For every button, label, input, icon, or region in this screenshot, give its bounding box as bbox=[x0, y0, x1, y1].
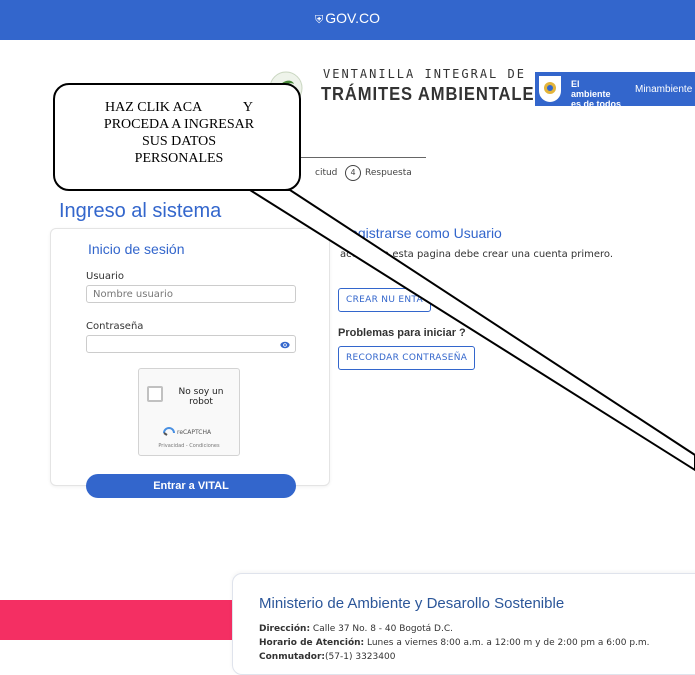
create-account-button[interactable]: CREAR NU ENTA bbox=[338, 288, 431, 312]
password-label: Contraseña bbox=[86, 321, 144, 332]
recaptcha-checkbox[interactable] bbox=[147, 386, 163, 402]
step-4: 4 Respuesta bbox=[345, 165, 412, 181]
site-title-line2: TRÁMITES AMBIENTALES bbox=[321, 84, 547, 104]
footer-title: Ministerio de Ambiente y Desarollo Soste… bbox=[259, 595, 565, 612]
footer-address: Dirección: Calle 37 No. 8 - 40 Bogotá D.… bbox=[259, 624, 453, 634]
stepper-divider bbox=[300, 157, 426, 158]
username-label: Usuario bbox=[86, 271, 125, 282]
footer-phone-value: (57-1) 3323400 bbox=[325, 652, 396, 662]
password-input[interactable] bbox=[86, 335, 296, 353]
ministry-name: Minambiente bbox=[635, 84, 693, 95]
callout-text: HAZ CLIK ACA Y PROCEDA A INGRESAR SUS DA… bbox=[103, 100, 255, 166]
recaptcha-links[interactable]: Privacidad - Condiciones bbox=[139, 443, 239, 449]
footer-address-label: Dirección: bbox=[259, 624, 311, 634]
ministry-slogan: El ambiente es de todos bbox=[571, 79, 622, 109]
gov-co-text: GOV.CO bbox=[325, 10, 380, 26]
recaptcha-widget: No soy un robot reCAPTCHA Privacidad - C… bbox=[138, 368, 240, 456]
register-title: Registrarse como Usuario bbox=[340, 225, 502, 241]
login-submit-button[interactable]: Entrar a VITAL bbox=[86, 474, 296, 498]
login-card: Inicio de sesión Usuario Nombre usuario … bbox=[50, 228, 330, 498]
footer-contact-card: Ministerio de Ambiente y Desarollo Soste… bbox=[232, 573, 695, 675]
recaptcha-logo-icon bbox=[163, 427, 175, 436]
footer-phone-label: Conmutador: bbox=[259, 652, 326, 662]
register-description: acceder a esta pagina debe crear una cue… bbox=[340, 249, 614, 260]
recover-password-button[interactable]: RECORDAR CONTRASEÑA bbox=[338, 346, 476, 370]
colombia-coat-of-arms-icon bbox=[539, 76, 561, 102]
colombia-shield-icon: ⛨ bbox=[315, 14, 324, 26]
show-password-eye-icon[interactable] bbox=[280, 340, 290, 350]
username-placeholder: Nombre usuario bbox=[93, 289, 173, 300]
step-4-label: Respuesta bbox=[365, 168, 412, 178]
footer-phone: Conmutador:(57-1) 3323400 bbox=[259, 652, 395, 662]
instruction-callout: HAZ CLIK ACA Y PROCEDA A INGRESAR SUS DA… bbox=[53, 83, 301, 191]
footer-address-value: Calle 37 No. 8 - 40 Bogotá D.C. bbox=[310, 624, 453, 634]
gov-co-logo[interactable]: ⛨ GOV.CO bbox=[0, 10, 695, 27]
step-3-label: citud bbox=[315, 168, 338, 178]
username-input[interactable]: Nombre usuario bbox=[86, 285, 296, 303]
login-title: Inicio de sesión bbox=[88, 241, 185, 257]
recaptcha-brand: reCAPTCHA bbox=[177, 429, 212, 436]
page-title: Ingreso al sistema bbox=[59, 200, 222, 222]
ministry-banner[interactable]: El ambiente es de todos Minambiente bbox=[535, 72, 695, 109]
login-problems-title: Problemas para iniciar ? bbox=[338, 327, 466, 339]
site-title-line1: VENTANILLA INTEGRAL DE bbox=[323, 67, 526, 81]
footer-accent-bar bbox=[0, 600, 240, 640]
recaptcha-label: No soy un robot bbox=[178, 387, 224, 407]
gov-top-bar: ⛨ GOV.CO bbox=[0, 0, 695, 40]
step-4-number: 4 bbox=[345, 165, 361, 181]
